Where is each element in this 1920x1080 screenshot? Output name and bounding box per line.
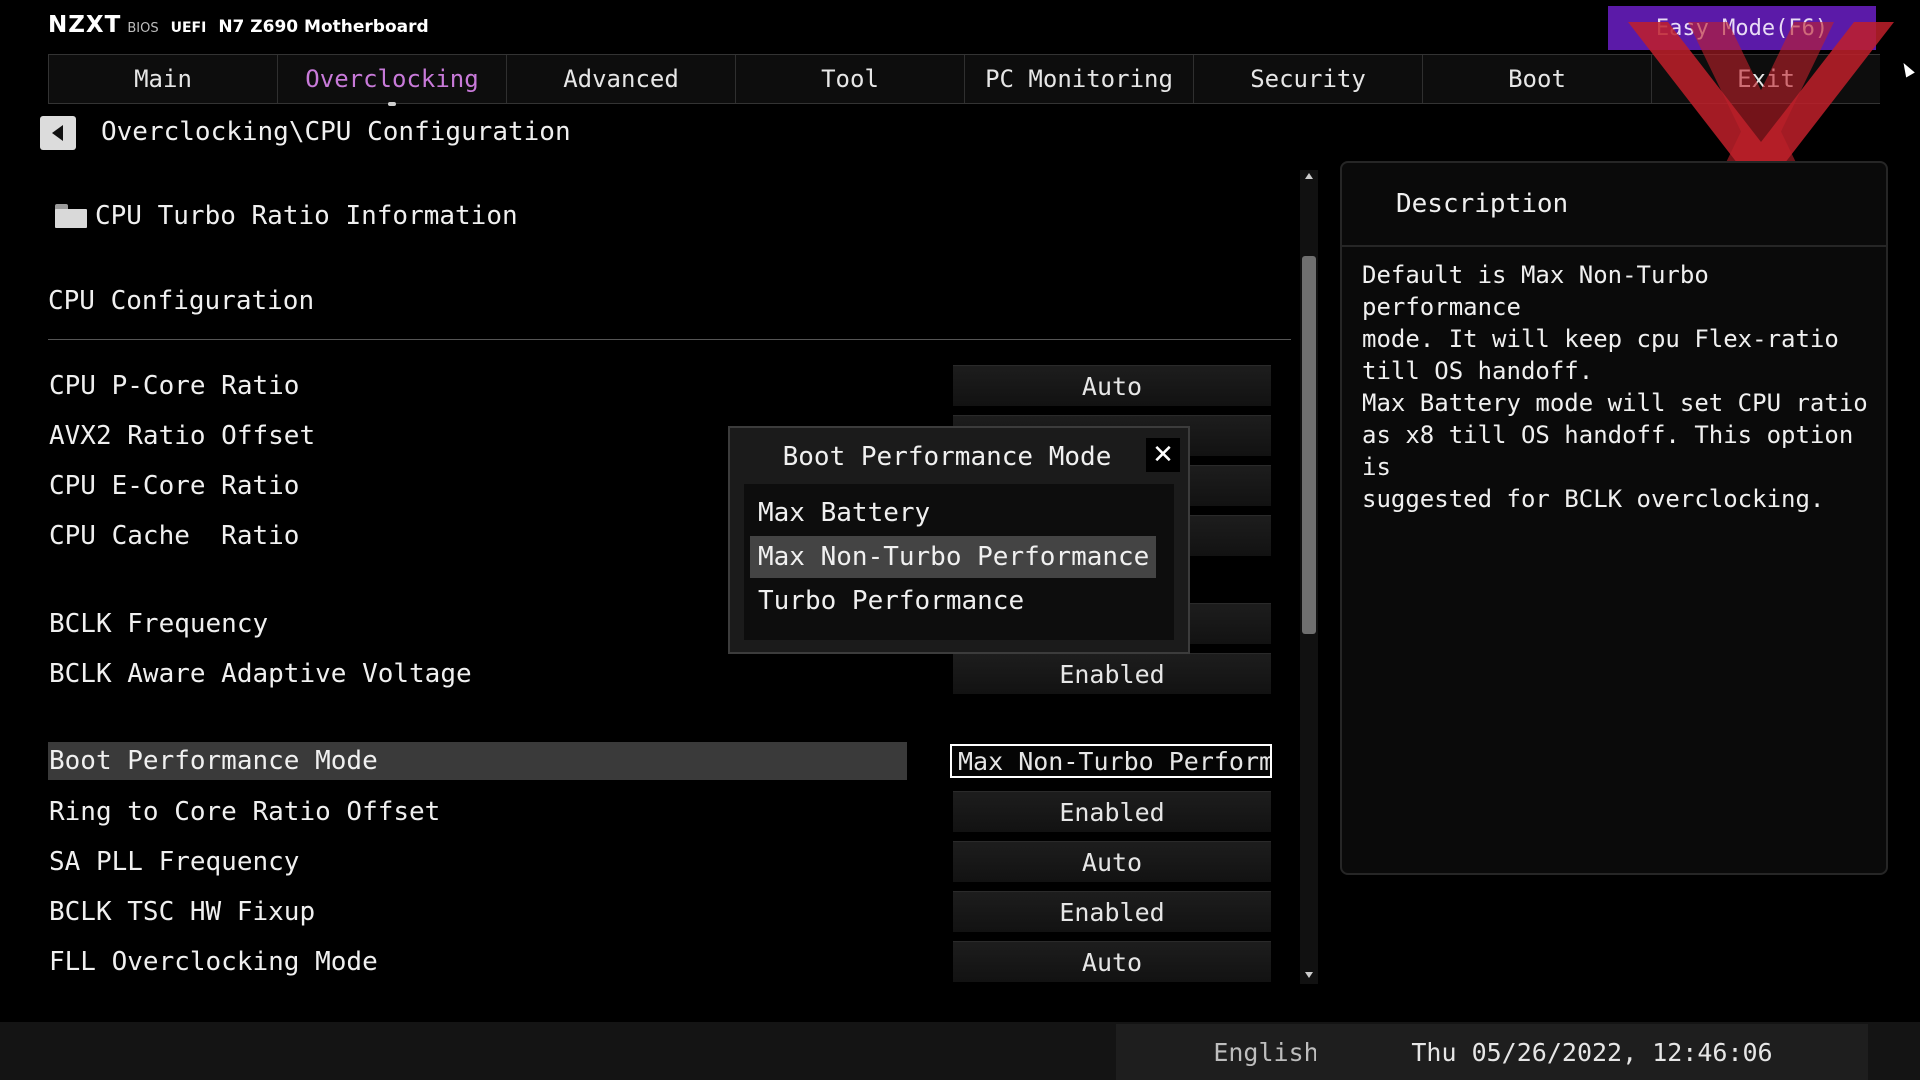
- setting-label-cpu-cache-ratio[interactable]: CPU Cache Ratio: [49, 521, 299, 551]
- brand-header: NZXT BIOS UEFI N7 Z690 Motherboard: [48, 12, 429, 42]
- brand-uefi: UEFI: [170, 20, 207, 36]
- tab-pc-monitoring[interactable]: PC Monitoring: [964, 55, 1193, 103]
- setting-label-bclk-frequency[interactable]: BCLK Frequency: [49, 609, 268, 639]
- tab-main[interactable]: Main: [48, 55, 277, 103]
- popup-title: Boot Performance Mode: [782, 442, 1112, 472]
- setting-value-bclk-tsc-hw-fixup[interactable]: Enabled: [953, 891, 1271, 932]
- boot-performance-mode-popup: Boot Performance Mode ✕ Max Battery Max …: [728, 426, 1190, 654]
- mouse-cursor-icon: [1899, 60, 1915, 78]
- setting-label-cpu-e-core-ratio[interactable]: CPU E-Core Ratio: [49, 471, 299, 501]
- tab-overclocking[interactable]: Overclocking: [277, 55, 506, 106]
- popup-option-list: Max Battery Max Non-Turbo Performance Tu…: [744, 484, 1174, 640]
- popup-option-max-battery[interactable]: Max Battery: [750, 492, 1156, 534]
- setting-label-bclk-aware-adaptive-voltage[interactable]: BCLK Aware Adaptive Voltage: [49, 659, 472, 689]
- setting-label-sa-pll-frequency[interactable]: SA PLL Frequency: [49, 847, 299, 877]
- tab-boot[interactable]: Boot: [1422, 55, 1651, 103]
- setting-value-bclk-aware-adaptive-voltage[interactable]: Enabled: [953, 653, 1271, 694]
- back-button[interactable]: [40, 116, 76, 150]
- description-header: Description: [1342, 163, 1886, 247]
- scrollbar-thumb[interactable]: [1302, 256, 1316, 634]
- brand-model: N7 Z690 Motherboard: [218, 17, 429, 37]
- setting-value-sa-pll-frequency[interactable]: Auto: [953, 841, 1271, 882]
- setting-label-avx2-ratio-offset[interactable]: AVX2 Ratio Offset: [49, 421, 315, 451]
- brand-logo: NZXT: [48, 12, 122, 38]
- setting-value-ring-to-core-ratio-offset[interactable]: Enabled: [953, 791, 1271, 832]
- description-panel: Description Default is Max Non-Turbo per…: [1340, 161, 1888, 875]
- setting-label-ring-to-core-ratio-offset[interactable]: Ring to Core Ratio Offset: [49, 797, 440, 827]
- datetime-display[interactable]: Thu 05/26/2022, 12:46:06: [1316, 1024, 1868, 1080]
- scroll-up-icon[interactable]: [1305, 173, 1313, 179]
- folder-icon: [55, 204, 87, 228]
- breadcrumb: Overclocking\CPU Configuration: [101, 117, 571, 147]
- setting-value-cpu-p-core-ratio[interactable]: Auto: [953, 365, 1271, 406]
- popup-option-turbo-performance[interactable]: Turbo Performance: [750, 580, 1156, 622]
- section-divider: [48, 339, 1291, 340]
- setting-value-fll-overclocking-mode[interactable]: Auto: [953, 941, 1271, 982]
- section-title: CPU Configuration: [48, 286, 315, 316]
- tab-security[interactable]: Security: [1193, 55, 1422, 103]
- setting-label-boot-performance-mode[interactable]: Boot Performance Mode: [48, 742, 907, 780]
- close-icon[interactable]: ✕: [1146, 438, 1180, 472]
- submenu-cpu-turbo-ratio[interactable]: CPU Turbo Ratio Information: [55, 198, 518, 234]
- setting-label-fll-overclocking-mode[interactable]: FLL Overclocking Mode: [49, 947, 378, 977]
- brand-bios: BIOS: [127, 21, 159, 36]
- tab-advanced[interactable]: Advanced: [506, 55, 735, 103]
- tab-tool[interactable]: Tool: [735, 55, 964, 103]
- setting-value-boot-performance-mode[interactable]: Max Non-Turbo Perform...: [950, 744, 1272, 778]
- main-tabs: Main Overclocking Advanced Tool PC Monit…: [48, 54, 1880, 106]
- popup-option-max-non-turbo-performance[interactable]: Max Non-Turbo Performance: [750, 536, 1156, 578]
- submenu-label: CPU Turbo Ratio Information: [95, 201, 518, 231]
- setting-label-cpu-p-core-ratio[interactable]: CPU P-Core Ratio: [49, 371, 299, 401]
- setting-label-bclk-tsc-hw-fixup[interactable]: BCLK TSC HW Fixup: [49, 897, 315, 927]
- scroll-down-icon[interactable]: [1305, 972, 1313, 978]
- description-title: Description: [1396, 189, 1569, 219]
- description-text: Default is Max Non-Turbo performance mod…: [1362, 261, 1868, 513]
